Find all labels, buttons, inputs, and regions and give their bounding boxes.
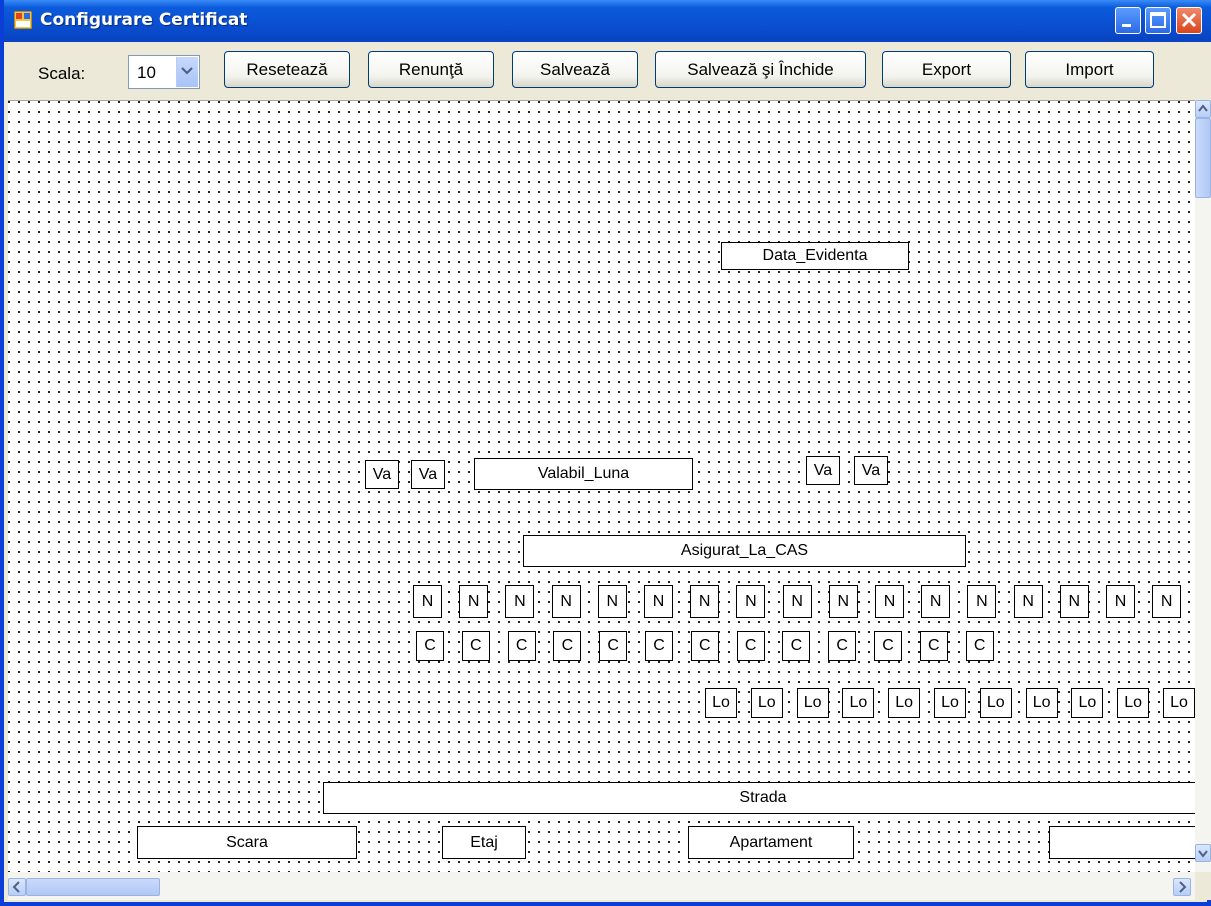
reseteaza-button[interactable]: Resetează: [224, 51, 350, 88]
scroll-up-button[interactable]: [1195, 100, 1211, 118]
minimize-button[interactable]: [1115, 7, 1141, 34]
field-va[interactable]: Va: [806, 456, 840, 485]
field-c[interactable]: C: [965, 631, 994, 661]
vertical-scroll-thumb[interactable]: [1195, 118, 1211, 198]
chevron-down-icon[interactable]: [176, 57, 198, 87]
field-lo[interactable]: Lo: [842, 688, 875, 718]
field-n[interactable]: N: [597, 585, 627, 618]
field-lo[interactable]: Lo: [888, 688, 921, 718]
field-n[interactable]: N: [1013, 585, 1043, 618]
field-n[interactable]: N: [1106, 585, 1135, 618]
field-c[interactable]: C: [507, 631, 536, 661]
field-lo[interactable]: Lo: [934, 688, 966, 718]
field-c[interactable]: C: [553, 631, 582, 661]
field-n[interactable]: N: [967, 585, 997, 618]
field-c[interactable]: C: [416, 631, 444, 661]
title-bar[interactable]: Configurare Certificat: [4, 0, 1211, 42]
field-n[interactable]: N: [644, 585, 673, 618]
vertical-scrollbar[interactable]: [1195, 100, 1211, 872]
field-va[interactable]: Va: [854, 456, 888, 485]
field-lo[interactable]: Lo: [750, 688, 783, 718]
field-c[interactable]: C: [645, 631, 673, 661]
field-apartament[interactable]: Apartament: [688, 826, 854, 859]
field-n[interactable]: N: [459, 585, 489, 618]
field-c[interactable]: C: [736, 631, 765, 661]
field-lo[interactable]: Lo: [705, 688, 737, 718]
field-lo[interactable]: Lo: [1071, 688, 1104, 718]
field-scara[interactable]: Scara: [137, 826, 357, 859]
export-button[interactable]: Export: [882, 51, 1011, 88]
field-n[interactable]: N: [736, 585, 766, 618]
field-va[interactable]: Va: [365, 460, 399, 489]
horizontal-scrollbar[interactable]: [8, 872, 1195, 900]
app-window: Configurare Certificat Scala: 10 Resetea…: [0, 0, 1211, 906]
maximize-button[interactable]: [1145, 7, 1171, 34]
field-asigurat-la-cas[interactable]: Asigurat_La_CAS: [523, 535, 966, 567]
design-canvas[interactable]: Data_Evidenta Va Va Valabil_Luna Va Va A…: [8, 100, 1195, 873]
field-n[interactable]: N: [1152, 585, 1182, 618]
field-c[interactable]: C: [919, 631, 948, 661]
scroll-down-button[interactable]: [1195, 844, 1211, 862]
field-n[interactable]: N: [413, 585, 442, 618]
field-n[interactable]: N: [690, 585, 720, 618]
field-n[interactable]: N: [828, 585, 858, 618]
field-n[interactable]: N: [505, 585, 535, 618]
salveaza-si-inchide-button[interactable]: Salvează şi Închide: [655, 51, 866, 88]
import-button[interactable]: Import: [1025, 51, 1154, 88]
close-button[interactable]: [1176, 7, 1202, 34]
size-grip[interactable]: [1195, 872, 1211, 900]
app-icon: [13, 10, 33, 30]
field-lo[interactable]: Lo: [1117, 688, 1150, 718]
field-valabil-luna[interactable]: Valabil_Luna: [474, 458, 693, 490]
scala-value: 10: [137, 63, 156, 82]
field-c[interactable]: C: [461, 631, 490, 661]
renunta-button[interactable]: Renunţă: [368, 51, 494, 88]
scala-dropdown[interactable]: 10: [128, 55, 200, 89]
salveaza-button[interactable]: Salvează: [512, 51, 638, 88]
field-lo[interactable]: Lo: [1163, 688, 1195, 718]
field-n[interactable]: N: [921, 585, 951, 618]
field-c[interactable]: C: [828, 631, 857, 661]
toolbar: Scala: 10 Resetează Renunţă Salvează Sal…: [8, 42, 1211, 100]
scroll-left-button[interactable]: [8, 878, 26, 896]
field-data-evidenta[interactable]: Data_Evidenta: [721, 242, 909, 270]
window-title: Configurare Certificat: [40, 10, 248, 30]
field-va[interactable]: Va: [411, 460, 445, 489]
field-lo[interactable]: Lo: [796, 688, 829, 718]
scroll-right-button[interactable]: [1173, 878, 1191, 896]
field-lo[interactable]: Lo: [1025, 688, 1058, 718]
field-n[interactable]: N: [875, 585, 904, 618]
scala-label: Scala:: [38, 64, 86, 83]
field-c[interactable]: C: [599, 631, 628, 661]
field-strada[interactable]: Strada: [323, 782, 1195, 814]
field-c[interactable]: C: [874, 631, 902, 661]
field-c[interactable]: C: [782, 631, 811, 661]
horizontal-scroll-thumb[interactable]: [26, 878, 160, 896]
field-n[interactable]: N: [1059, 585, 1089, 618]
field-n[interactable]: N: [782, 585, 812, 618]
field-unnamed[interactable]: [1049, 826, 1195, 859]
field-etaj[interactable]: Etaj: [442, 826, 526, 859]
field-n[interactable]: N: [551, 585, 581, 618]
field-lo[interactable]: Lo: [979, 688, 1012, 718]
field-c[interactable]: C: [690, 631, 719, 661]
